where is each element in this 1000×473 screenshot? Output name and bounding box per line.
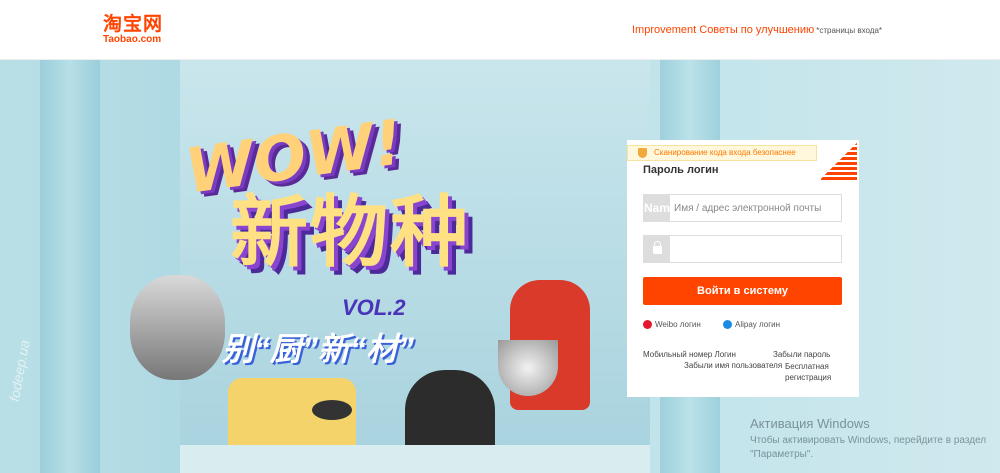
username-field[interactable]: Nam [643,194,842,222]
scan-notice-text: Сканирование кода входа безопаснее [654,148,796,157]
username-input[interactable] [674,195,839,221]
logo-domain-text: Taobao.com [103,34,162,45]
banner-volume: VOL.2 [342,295,406,320]
weibo-login-label: Weibo логин [655,320,701,329]
alipay-login-label: Alipay логин [735,320,781,329]
windows-activation-title: Активация Windows [750,416,870,431]
banner-table [180,445,650,473]
forgot-password-link[interactable]: Забыли пароль [773,350,830,359]
alipay-icon [723,320,732,330]
windows-activation-description: Чтобы активировать Windows, перейдите в … [750,435,987,460]
banner-headline: 新物种 [230,188,471,278]
alipay-login-link[interactable]: Alipay логин [723,320,781,330]
mobile-login-link[interactable]: Мобильный номер Логин [643,350,736,359]
shield-icon [638,148,647,158]
forgot-username-link[interactable]: Забыли имя пользователя [684,361,782,370]
taobao-logo[interactable]: 淘宝网 Taobao.com [103,14,183,46]
side-watermark: fodeep.ua [6,338,33,403]
top-header: 淘宝网 Taobao.com Improvement Советы по улу… [0,0,1000,60]
login-button[interactable]: Войти в систему [643,277,842,305]
scan-notice-bar: Сканирование кода входа безопаснее [627,145,817,161]
logo-chinese-text: 淘宝网 [103,13,164,35]
curtain-left [40,60,100,473]
login-panel: Сканирование кода входа безопаснее Парол… [627,140,859,397]
improvement-note: *страницы входа* [816,26,883,35]
register-link[interactable]: Бесплатная регистрация [785,361,845,383]
weibo-login-link[interactable]: Weibo логин [643,320,701,330]
frying-pan-image [312,400,352,420]
password-field[interactable] [643,235,842,263]
login-title: Пароль логин [643,164,719,176]
lock-icon [644,236,670,262]
banner-slogan: 别“厨”新“材” [222,331,415,367]
user-icon: Nam [644,195,670,221]
qr-code-icon[interactable] [821,142,857,180]
pressure-cooker-image [130,275,225,380]
improvement-link[interactable]: Improvement Советы по улучшению *страницы… [632,24,882,36]
improvement-link-text: Improvement Советы по улучшению [632,24,815,36]
password-input[interactable] [674,236,839,262]
weibo-icon [643,320,652,330]
